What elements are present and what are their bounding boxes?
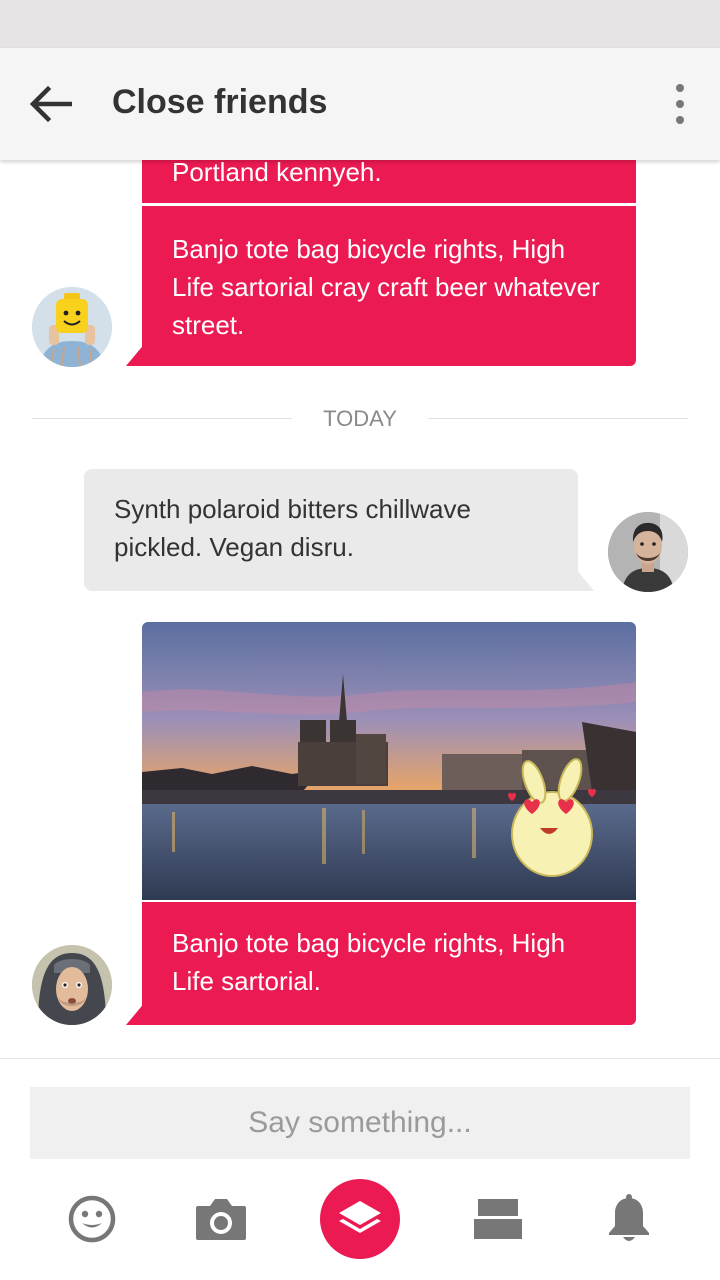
message-text: Banjo tote bag bicycle rights, High Life…	[172, 234, 600, 340]
message-bubble-outgoing: Banjo tote bag bicycle rights, High Life…	[142, 206, 636, 366]
message-text: Portland kennyeh.	[172, 160, 382, 187]
date-label: TODAY	[323, 406, 397, 431]
bubble-tail	[126, 342, 146, 366]
message-text: Synth polaroid bitters chillwave pickled…	[114, 494, 471, 562]
camera-button[interactable]	[181, 1179, 261, 1259]
emoji-button[interactable]	[52, 1179, 132, 1259]
avatar[interactable]	[608, 512, 688, 592]
avatar[interactable]	[32, 945, 112, 1025]
emoji-icon	[68, 1195, 116, 1243]
avatar-lego-image	[32, 287, 112, 367]
more-vertical-icon	[676, 84, 684, 92]
bell-icon	[609, 1194, 649, 1241]
arrow-left-icon	[29, 85, 72, 123]
bubble-tail	[576, 569, 594, 591]
composer	[0, 1058, 720, 1280]
notifications-button[interactable]	[589, 1179, 669, 1259]
avatar[interactable]	[32, 287, 112, 367]
message-text: Banjo tote bag bicycle rights, High Life…	[172, 928, 566, 996]
cards-button[interactable]	[458, 1179, 538, 1259]
status-bar	[0, 0, 720, 48]
avatar-man-image	[608, 512, 688, 592]
avatar-guy-image	[32, 945, 112, 1025]
photo-cathedral-sunset	[142, 622, 636, 900]
message-list[interactable]: Portland kennyeh. Banjo tote bag bicycle…	[0, 160, 720, 1060]
message-input[interactable]	[30, 1087, 690, 1159]
more-options-button[interactable]	[660, 78, 700, 130]
back-button[interactable]	[22, 78, 78, 130]
layers-button[interactable]	[320, 1179, 400, 1259]
message-bubble-outgoing: Portland kennyeh.	[142, 160, 636, 203]
cards-icon	[474, 1199, 522, 1239]
message-bubble-outgoing: Banjo tote bag bicycle rights, High Life…	[142, 902, 636, 1025]
page-title: Close friends	[112, 83, 328, 121]
app-bar: Close friends	[0, 48, 720, 160]
date-divider: TODAY	[32, 403, 688, 435]
message-bubble-incoming: Synth polaroid bitters chillwave pickled…	[84, 469, 578, 591]
message-photo[interactable]	[142, 622, 636, 900]
layers-icon	[339, 1201, 381, 1233]
camera-icon	[196, 1199, 246, 1240]
